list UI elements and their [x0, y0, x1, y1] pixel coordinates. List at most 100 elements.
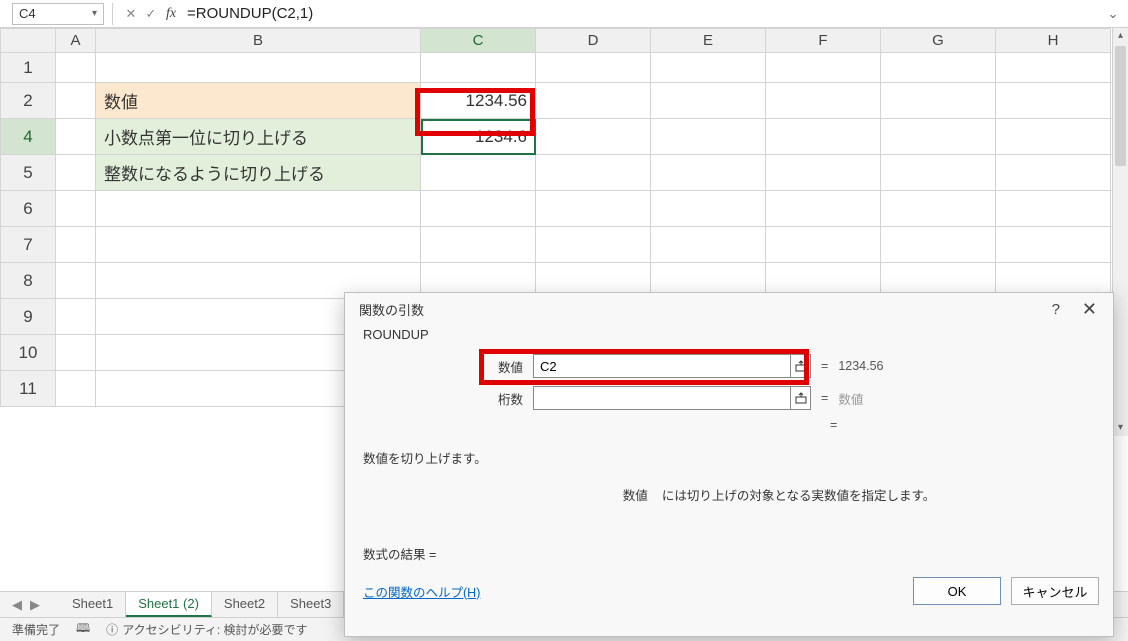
- row-header[interactable]: 11: [1, 371, 56, 407]
- cell[interactable]: 小数点第一位に切り上げる: [96, 119, 421, 155]
- select-all-corner[interactable]: [1, 29, 56, 53]
- cell[interactable]: [56, 227, 96, 263]
- cell[interactable]: [651, 227, 766, 263]
- cell[interactable]: [56, 53, 96, 83]
- arg-label: 数値: [363, 357, 533, 376]
- cell[interactable]: [536, 155, 651, 191]
- cancel-button[interactable]: キャンセル: [1011, 577, 1099, 605]
- column-header[interactable]: A: [56, 29, 96, 53]
- cell[interactable]: [56, 335, 96, 371]
- column-header[interactable]: C: [421, 29, 536, 53]
- cell[interactable]: [651, 155, 766, 191]
- ok-button[interactable]: OK: [913, 577, 1001, 605]
- help-icon[interactable]: ?: [1052, 301, 1060, 318]
- cell[interactable]: [766, 119, 881, 155]
- cell[interactable]: 1234.6: [421, 119, 536, 155]
- cell[interactable]: [996, 191, 1111, 227]
- cell[interactable]: [881, 227, 996, 263]
- tab-next-icon[interactable]: ▶: [30, 597, 40, 613]
- column-header[interactable]: B: [96, 29, 421, 53]
- scroll-up-icon[interactable]: ▴: [1113, 28, 1128, 44]
- cell[interactable]: [996, 119, 1111, 155]
- arg-number-input[interactable]: [533, 354, 791, 378]
- cell[interactable]: [536, 83, 651, 119]
- cell[interactable]: [96, 227, 421, 263]
- row-header[interactable]: 7: [1, 227, 56, 263]
- cell[interactable]: [766, 155, 881, 191]
- cell[interactable]: [651, 53, 766, 83]
- chevron-down-icon[interactable]: ▾: [92, 8, 97, 19]
- cell[interactable]: [651, 119, 766, 155]
- cell[interactable]: 整数になるように切り上げる: [96, 155, 421, 191]
- formula-input[interactable]: =ROUNDUP(C2,1): [181, 3, 1104, 25]
- cell[interactable]: [421, 191, 536, 227]
- cell[interactable]: [56, 83, 96, 119]
- row-header[interactable]: 10: [1, 335, 56, 371]
- sheet-tab[interactable]: Sheet3: [278, 592, 344, 617]
- cell[interactable]: [56, 263, 96, 299]
- column-header[interactable]: F: [766, 29, 881, 53]
- cell[interactable]: [96, 53, 421, 83]
- cell[interactable]: [421, 155, 536, 191]
- cell[interactable]: [96, 191, 421, 227]
- cell[interactable]: [881, 83, 996, 119]
- cell[interactable]: 1234.56: [421, 83, 536, 119]
- arg-digits-input[interactable]: [533, 386, 791, 410]
- cell[interactable]: [881, 155, 996, 191]
- cell[interactable]: [651, 83, 766, 119]
- cell[interactable]: [881, 119, 996, 155]
- cell[interactable]: [421, 227, 536, 263]
- cell[interactable]: [56, 155, 96, 191]
- cell[interactable]: [996, 227, 1111, 263]
- row-header[interactable]: 9: [1, 299, 56, 335]
- cancel-formula-icon[interactable]: ✕: [121, 4, 141, 24]
- range-picker-icon[interactable]: [791, 386, 811, 410]
- row-header[interactable]: 1: [1, 53, 56, 83]
- fx-icon[interactable]: fx: [161, 4, 181, 24]
- dialog-titlebar[interactable]: 関数の引数 ? ✕: [345, 293, 1113, 325]
- tab-prev-icon[interactable]: ◀: [12, 597, 22, 613]
- row-header[interactable]: 8: [1, 263, 56, 299]
- function-help-link[interactable]: この関数のヘルプ(H): [363, 582, 480, 601]
- cell[interactable]: [536, 191, 651, 227]
- cell[interactable]: [56, 299, 96, 335]
- close-icon[interactable]: ✕: [1076, 299, 1103, 320]
- row-header[interactable]: 5: [1, 155, 56, 191]
- cell[interactable]: [996, 53, 1111, 83]
- cell[interactable]: [881, 53, 996, 83]
- row-header[interactable]: 4: [1, 119, 56, 155]
- scroll-down-icon[interactable]: ▾: [1113, 420, 1128, 436]
- cell[interactable]: [766, 191, 881, 227]
- name-box[interactable]: C4 ▾: [12, 3, 104, 25]
- cell[interactable]: 数値: [96, 83, 421, 119]
- cell[interactable]: [56, 119, 96, 155]
- sheet-tab[interactable]: Sheet2: [212, 592, 278, 617]
- cell[interactable]: [996, 155, 1111, 191]
- cell[interactable]: [996, 83, 1111, 119]
- cell[interactable]: [536, 119, 651, 155]
- scroll-thumb[interactable]: [1115, 46, 1126, 166]
- cell[interactable]: [651, 191, 766, 227]
- range-picker-icon[interactable]: [791, 354, 811, 378]
- vertical-scrollbar[interactable]: ▴ ▾: [1112, 28, 1128, 436]
- column-header[interactable]: D: [536, 29, 651, 53]
- confirm-formula-icon[interactable]: ✓: [141, 4, 161, 24]
- sheet-tab[interactable]: Sheet1 (2): [126, 592, 212, 617]
- column-header[interactable]: G: [881, 29, 996, 53]
- cell[interactable]: [766, 227, 881, 263]
- cell[interactable]: [536, 53, 651, 83]
- cell[interactable]: [56, 191, 96, 227]
- column-header[interactable]: H: [996, 29, 1111, 53]
- cell[interactable]: [881, 191, 996, 227]
- cell[interactable]: [421, 53, 536, 83]
- separator: [112, 3, 113, 25]
- cell[interactable]: [56, 371, 96, 407]
- cell[interactable]: [766, 53, 881, 83]
- column-header[interactable]: E: [651, 29, 766, 53]
- cell[interactable]: [766, 83, 881, 119]
- row-header[interactable]: 6: [1, 191, 56, 227]
- row-header[interactable]: 2: [1, 83, 56, 119]
- expand-formula-icon[interactable]: ⌄: [1104, 6, 1122, 22]
- cell[interactable]: [536, 227, 651, 263]
- sheet-tab[interactable]: Sheet1: [60, 592, 126, 617]
